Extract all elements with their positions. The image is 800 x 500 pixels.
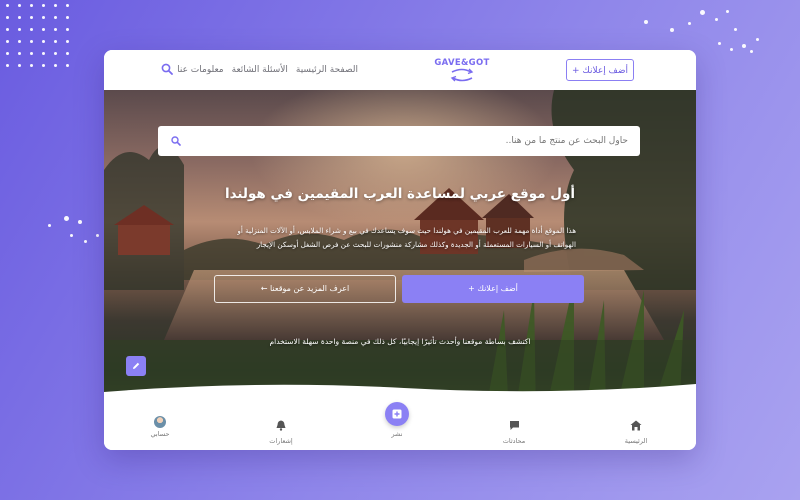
dot-pattern-left <box>40 210 100 270</box>
bottom-nav-home-label: الرئيسية <box>624 437 648 445</box>
bottom-nav-post-label: نشر <box>391 430 403 438</box>
avatar <box>154 416 166 428</box>
edit-button[interactable] <box>126 356 146 376</box>
pencil-icon <box>133 362 140 369</box>
nav-link-about[interactable]: معلومات عنا <box>177 65 224 75</box>
site-logo[interactable]: GAVE&GOT <box>432 58 492 86</box>
bottom-nav-home[interactable]: الرئيسية <box>601 416 671 445</box>
add-ad-primary-button[interactable]: أضف إعلانك + <box>402 275 584 303</box>
product-search-input[interactable] <box>188 126 628 156</box>
logo-text: GAVE&GOT <box>434 58 490 68</box>
exchange-arrows-icon <box>450 68 474 82</box>
hero-tagline: اكتشف بساطة موقعنا وأحدث تأثيرًا إيجابيً… <box>269 337 531 346</box>
learn-more-button[interactable]: اعرف المزيد عن موقعنا ← <box>214 275 396 303</box>
nav-link-faq[interactable]: الأسئلة الشائعة <box>232 65 288 75</box>
bottom-nav-chats[interactable]: محادثات <box>479 416 549 445</box>
bottom-nav-account-label: حسابي <box>150 430 170 438</box>
chat-bubble-icon <box>509 421 519 430</box>
nav-link-home[interactable]: الصفحة الرئيسية <box>296 65 358 75</box>
dot-pattern-top-left <box>0 0 80 80</box>
hero-description: هذا الموقع أداة مهمة للعرب المقيمين في ه… <box>237 226 576 249</box>
bottom-nav-chats-label: محادثات <box>502 437 526 445</box>
bottom-nav-notifications[interactable]: إشعارات <box>246 416 316 445</box>
search-icon[interactable] <box>161 63 173 75</box>
plus-box-icon <box>392 409 402 419</box>
product-search-bar <box>158 126 640 156</box>
bottom-nav-notifications-label: إشعارات <box>269 437 293 445</box>
top-navigation-bar: أضف إعلانك + GAVE&GOT الصفحة الرئيسية ال… <box>104 50 696 90</box>
main-menu: الصفحة الرئيسية الأسئلة الشائعة معلومات … <box>177 50 358 90</box>
search-icon[interactable] <box>171 136 181 146</box>
hero-title: أول موقع عربي لمساعدة العرب المقيمين في … <box>224 186 576 202</box>
bell-icon <box>276 420 286 431</box>
bottom-nav-post[interactable]: نشر <box>362 428 432 438</box>
website-window: أضف إعلانك + GAVE&GOT الصفحة الرئيسية ال… <box>104 50 696 450</box>
bottom-nav-account[interactable]: حسابي <box>125 416 195 438</box>
add-ad-button[interactable]: أضف إعلانك + <box>566 59 634 81</box>
bottom-navigation-bar: الرئيسية محادثات نشر إشعارات حسابي <box>104 402 696 450</box>
home-icon <box>630 420 642 431</box>
post-fab-button[interactable] <box>385 402 409 426</box>
hero-section: أول موقع عربي لمساعدة العرب المقيمين في … <box>104 90 696 420</box>
